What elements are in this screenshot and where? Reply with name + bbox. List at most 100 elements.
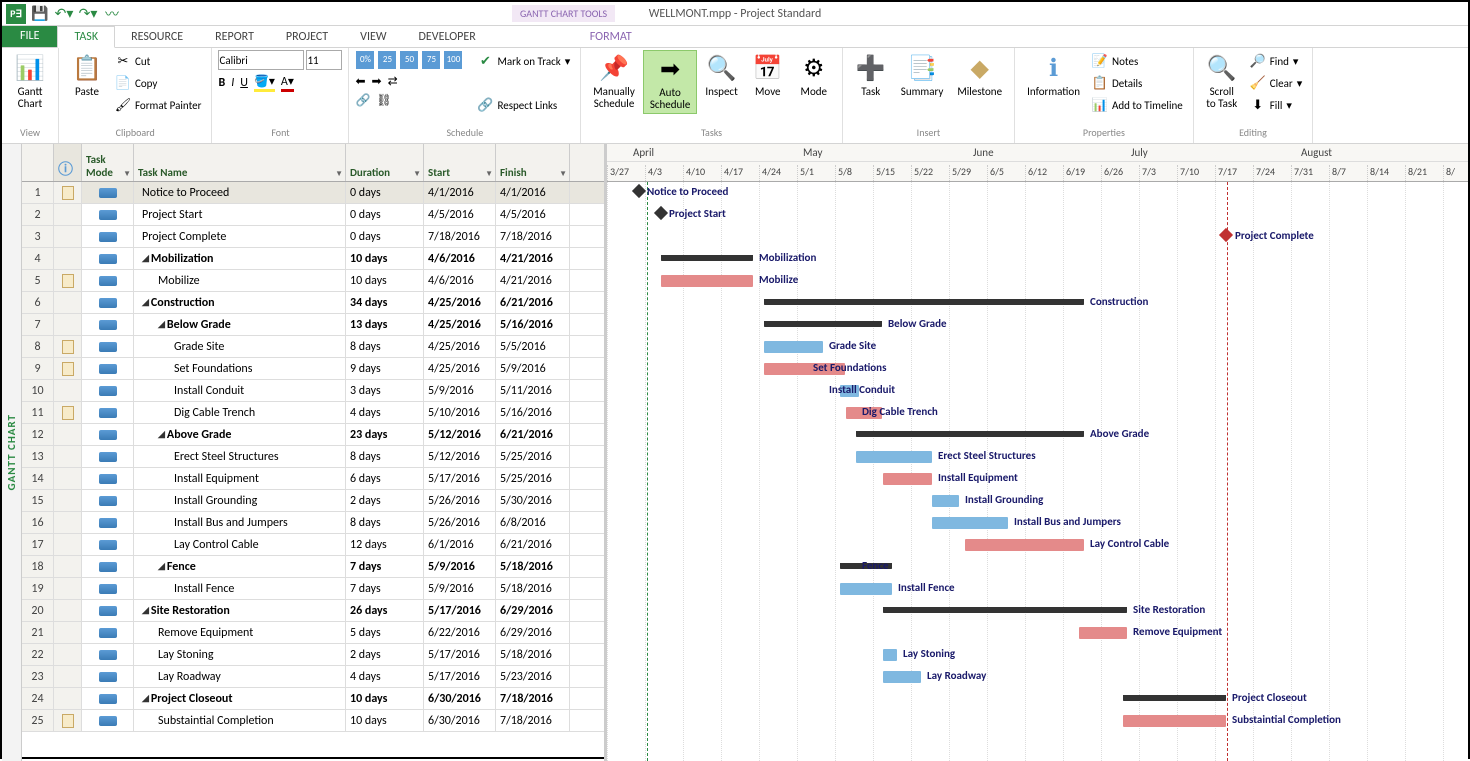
scroll-to-task-button[interactable]: 🔍Scroll to Task (1200, 50, 1244, 112)
mode-button[interactable]: ⚙Mode (792, 50, 836, 100)
mode-cell[interactable] (82, 270, 134, 291)
task-bar[interactable] (764, 341, 823, 353)
table-row[interactable]: 1Notice to Proceed0 days4/1/20164/1/2016 (22, 182, 604, 204)
summary-bar[interactable] (1123, 695, 1226, 701)
collapse-icon[interactable]: ◢ (142, 253, 149, 264)
duration-cell[interactable]: 5 days (346, 622, 424, 643)
row-number[interactable]: 12 (22, 424, 54, 445)
start-cell[interactable]: 6/1/2016 (424, 534, 496, 555)
start-cell[interactable]: 4/6/2016 (424, 248, 496, 269)
col-start[interactable]: Start▼ (424, 144, 496, 181)
mode-cell[interactable] (82, 292, 134, 313)
info-cell[interactable] (54, 490, 82, 511)
start-cell[interactable]: 6/30/2016 (424, 710, 496, 731)
summary-bar[interactable] (764, 321, 882, 327)
tab-format[interactable]: FORMAT (574, 27, 648, 47)
respect-links-button[interactable]: 🔗Respect Links (473, 94, 574, 116)
row-number[interactable]: 21 (22, 622, 54, 643)
row-number[interactable]: 5 (22, 270, 54, 291)
mode-cell[interactable] (82, 248, 134, 269)
table-row[interactable]: 15Install Grounding2 days5/26/20165/30/2… (22, 490, 604, 512)
tab-view[interactable]: VIEW (344, 27, 402, 47)
mode-cell[interactable] (82, 644, 134, 665)
start-cell[interactable]: 4/1/2016 (424, 182, 496, 203)
info-cell[interactable] (54, 402, 82, 423)
row-number[interactable]: 13 (22, 446, 54, 467)
details-button[interactable]: 📋Details (1088, 72, 1187, 94)
table-row[interactable]: 6◢Construction34 days4/25/20166/21/2016 (22, 292, 604, 314)
indent-icon[interactable]: ➡ (372, 74, 382, 89)
info-cell[interactable] (54, 468, 82, 489)
table-row[interactable]: 21Remove Equipment5 days6/22/20166/29/20… (22, 622, 604, 644)
mode-cell[interactable] (82, 468, 134, 489)
table-row[interactable]: 22Lay Stoning2 days5/17/20165/18/2016 (22, 644, 604, 666)
info-cell[interactable] (54, 336, 82, 357)
row-number[interactable]: 25 (22, 710, 54, 731)
name-cell[interactable]: Install Bus and Jumpers (134, 512, 346, 533)
name-cell[interactable]: Mobilize (134, 270, 346, 291)
row-number[interactable]: 9 (22, 358, 54, 379)
auto-schedule-button[interactable]: ➡Auto Schedule (643, 50, 698, 114)
finish-cell[interactable]: 7/18/2016 (496, 688, 570, 709)
mode-cell[interactable] (82, 578, 134, 599)
notes-button[interactable]: 📝Notes (1088, 50, 1187, 72)
col-task-mode[interactable]: Task Mode▼ (82, 144, 134, 181)
info-cell[interactable] (54, 512, 82, 533)
split-icon[interactable]: ⇄ (388, 74, 398, 89)
duration-cell[interactable]: 10 days (346, 248, 424, 269)
info-cell[interactable] (54, 622, 82, 643)
duration-cell[interactable]: 7 days (346, 578, 424, 599)
start-cell[interactable]: 5/10/2016 (424, 402, 496, 423)
mode-cell[interactable] (82, 446, 134, 467)
name-cell[interactable]: Dig Cable Trench (134, 402, 346, 423)
table-row[interactable]: 23Lay Roadway4 days5/17/20165/23/2016 (22, 666, 604, 688)
information-button[interactable]: ℹInformation (1021, 50, 1086, 100)
name-cell[interactable]: ◢Below Grade (134, 314, 346, 335)
collapse-icon[interactable]: ◢ (158, 319, 165, 330)
mode-cell[interactable] (82, 336, 134, 357)
name-cell[interactable]: Erect Steel Structures (134, 446, 346, 467)
mode-cell[interactable] (82, 424, 134, 445)
duration-cell[interactable]: 34 days (346, 292, 424, 313)
info-cell[interactable] (54, 358, 82, 379)
pct-25-icon[interactable]: 25 (378, 51, 396, 69)
table-row[interactable]: 24◢Project Closeout10 days6/30/20167/18/… (22, 688, 604, 710)
font-name-select[interactable] (218, 50, 304, 70)
collapse-icon[interactable]: ◢ (142, 297, 149, 308)
col-finish[interactable]: Finish▼ (496, 144, 570, 181)
clear-button[interactable]: 🧹Clear▾ (1246, 72, 1307, 94)
collapse-icon[interactable]: ◢ (142, 693, 149, 704)
row-number[interactable]: 11 (22, 402, 54, 423)
collapse-icon[interactable]: ◢ (142, 605, 149, 616)
finish-cell[interactable]: 5/18/2016 (496, 556, 570, 577)
finish-cell[interactable]: 5/16/2016 (496, 402, 570, 423)
duration-cell[interactable]: 13 days (346, 314, 424, 335)
finish-cell[interactable]: 4/1/2016 (496, 182, 570, 203)
pct-100-icon[interactable]: 100 (444, 51, 462, 69)
info-cell[interactable] (54, 248, 82, 269)
table-row[interactable]: 17Lay Control Cable12 days6/1/20166/21/2… (22, 534, 604, 556)
summary-bar[interactable] (883, 607, 1127, 613)
col-duration[interactable]: Duration▼ (346, 144, 424, 181)
finish-cell[interactable]: 5/9/2016 (496, 358, 570, 379)
mode-cell[interactable] (82, 358, 134, 379)
row-number[interactable]: 15 (22, 490, 54, 511)
summary-bar[interactable] (764, 299, 1084, 305)
table-row[interactable]: 10Install Conduit3 days5/9/20165/11/2016 (22, 380, 604, 402)
row-number[interactable]: 17 (22, 534, 54, 555)
name-cell[interactable]: ◢Mobilization (134, 248, 346, 269)
collapse-icon[interactable]: ◢ (158, 561, 165, 572)
mode-cell[interactable] (82, 226, 134, 247)
gantt-chart-button[interactable]: 📊 Gantt Chart (8, 50, 52, 112)
duration-cell[interactable]: 4 days (346, 666, 424, 687)
row-number[interactable]: 10 (22, 380, 54, 401)
format-painter-button[interactable]: 🖌Format Painter (111, 94, 205, 116)
finish-cell[interactable]: 6/8/2016 (496, 512, 570, 533)
duration-cell[interactable]: 10 days (346, 710, 424, 731)
font-size-select[interactable] (306, 50, 342, 70)
summary-bar[interactable] (661, 255, 753, 261)
info-cell[interactable] (54, 182, 82, 203)
table-row[interactable]: 9Set Foundations9 days4/25/20165/9/2016 (22, 358, 604, 380)
name-cell[interactable]: ◢Fence (134, 556, 346, 577)
mode-cell[interactable] (82, 600, 134, 621)
